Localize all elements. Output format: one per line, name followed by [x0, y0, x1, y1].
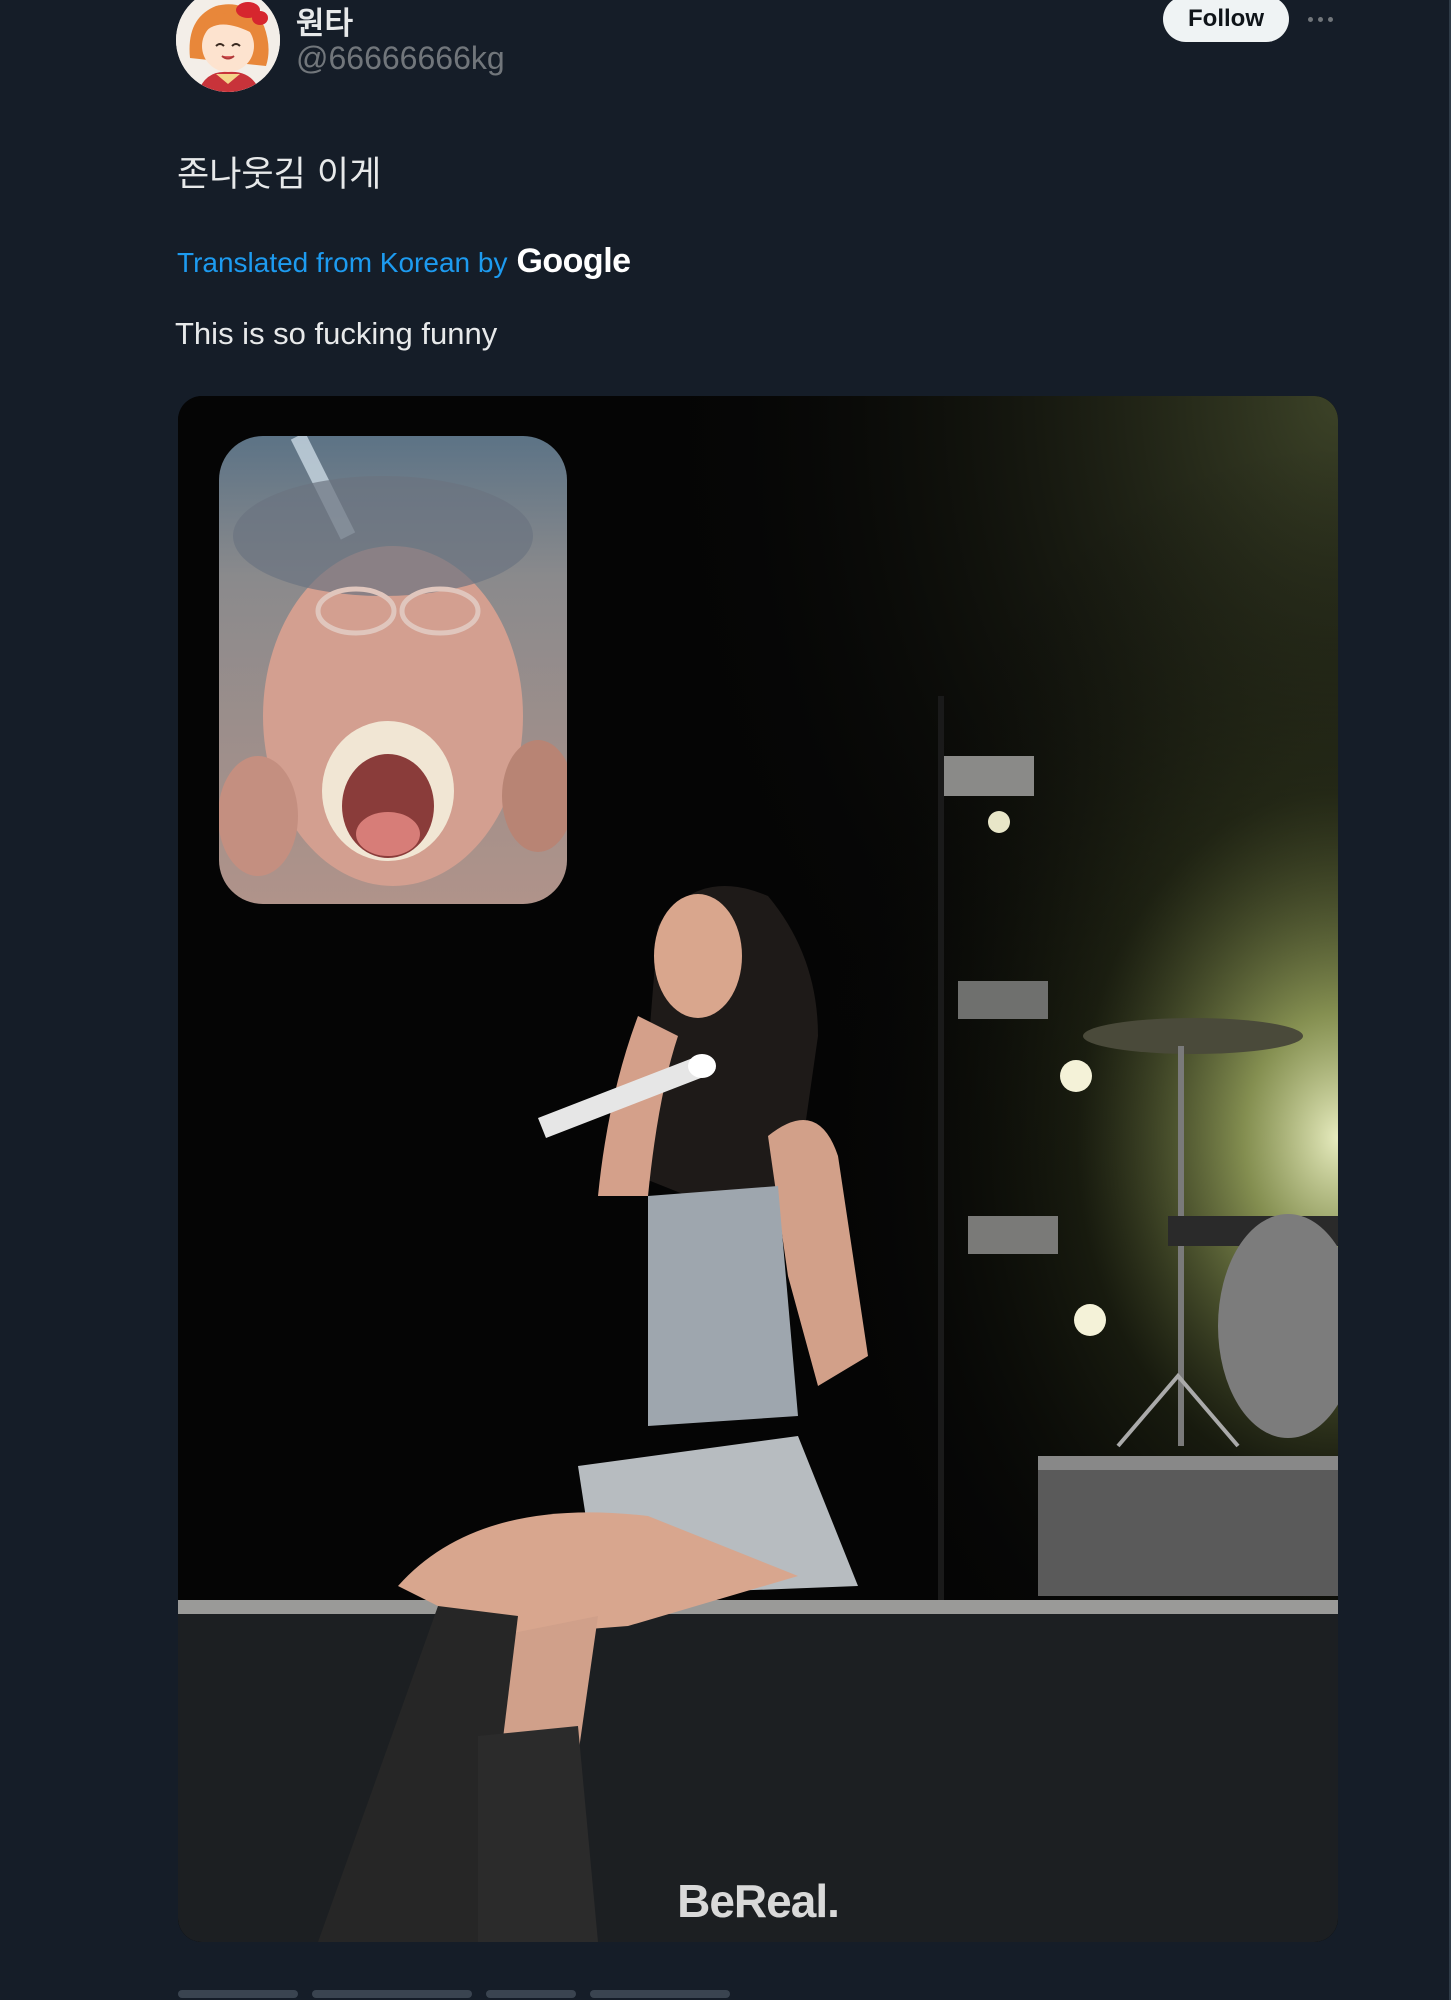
text-fragment — [590, 1990, 730, 1998]
more-options-icon[interactable] — [1302, 4, 1338, 34]
author-name[interactable]: 원타 — [296, 0, 353, 43]
tweet-text: 존나웃김 이게 — [177, 155, 382, 195]
dot — [1307, 16, 1313, 22]
bereal-watermark: BeReal. — [677, 1875, 840, 1927]
follow-button[interactable]: Follow — [1163, 0, 1289, 42]
translated-text: This is so fucking funny — [175, 316, 498, 351]
translation-attribution: Translated from Korean by Google — [177, 242, 631, 281]
text-fragment — [486, 1990, 576, 1998]
tweet-media-image[interactable]: BeReal. — [178, 396, 1338, 1942]
author-avatar[interactable] — [176, 0, 280, 92]
author-handle[interactable]: @66666666kg — [296, 40, 505, 77]
text-fragment — [312, 1990, 472, 1998]
concert-photo — [178, 396, 1338, 1942]
text-fragment — [178, 1990, 298, 1998]
avatar-anime-character-icon — [176, 0, 280, 92]
tweet-page: 원타 @66666666kg Follow 존나웃김 이게 Translated… — [0, 0, 1451, 2000]
dot — [1317, 16, 1323, 22]
dot — [1327, 16, 1333, 22]
translated-from-link[interactable]: Translated from Korean by — [177, 247, 507, 279]
google-logo: Google — [516, 242, 631, 280]
truncated-next-line — [178, 1980, 878, 2000]
